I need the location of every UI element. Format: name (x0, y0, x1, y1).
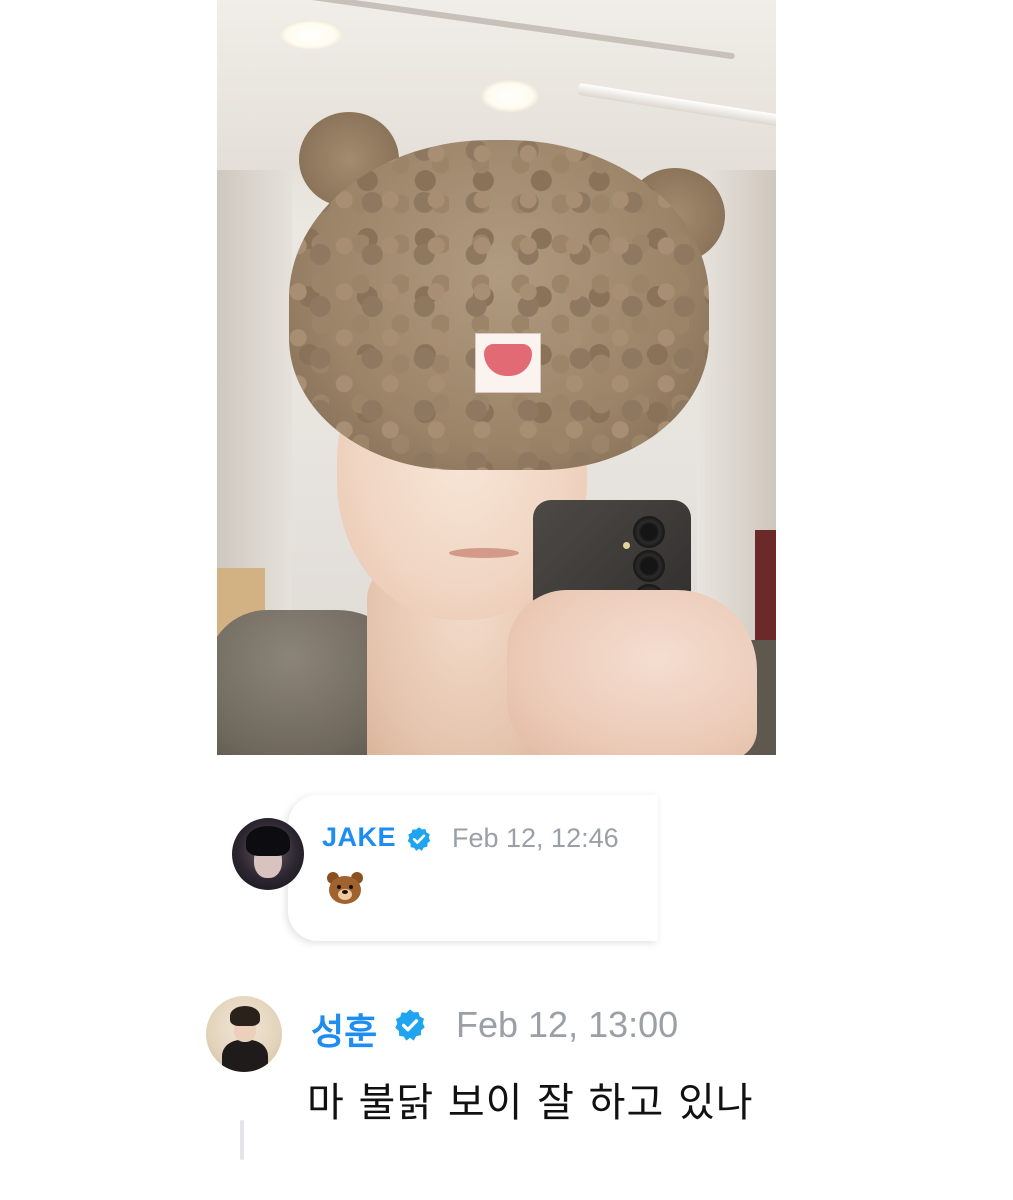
ceiling-light (279, 20, 343, 50)
hand (507, 590, 757, 755)
ceiling-light (481, 80, 539, 112)
bear-emoji-icon (325, 870, 365, 906)
mouth (449, 548, 519, 558)
avatar[interactable] (232, 818, 304, 890)
verified-badge-icon (407, 827, 431, 851)
comment-author[interactable]: JAKE (322, 822, 396, 853)
comment-text (325, 870, 365, 915)
bear-eye (349, 885, 353, 889)
bear-hat (289, 140, 709, 470)
comment-text: 마 불닭 보이 잘 하고 있나 (307, 1080, 754, 1126)
bear-eye (337, 885, 341, 889)
thread-line (240, 1120, 244, 1160)
comment-author[interactable]: 성훈 (311, 1003, 377, 1055)
avatar-hair (230, 1006, 260, 1026)
curtain (755, 530, 776, 640)
flash-icon (623, 542, 630, 549)
comment-timestamp: Feb 12, 13:00 (456, 1004, 679, 1045)
post-photo[interactable] (217, 0, 776, 755)
avatar[interactable] (206, 996, 282, 1072)
camera-lens-icon (633, 550, 665, 582)
verified-badge-icon (395, 1009, 425, 1041)
comment-card (288, 795, 658, 941)
hat-label (475, 333, 541, 393)
comment-timestamp: Feb 12, 12:46 (452, 823, 619, 853)
bear-nose (342, 890, 348, 894)
camera-lens-icon (633, 516, 665, 548)
avatar-hair (246, 826, 290, 856)
avatar-body (222, 1040, 268, 1072)
